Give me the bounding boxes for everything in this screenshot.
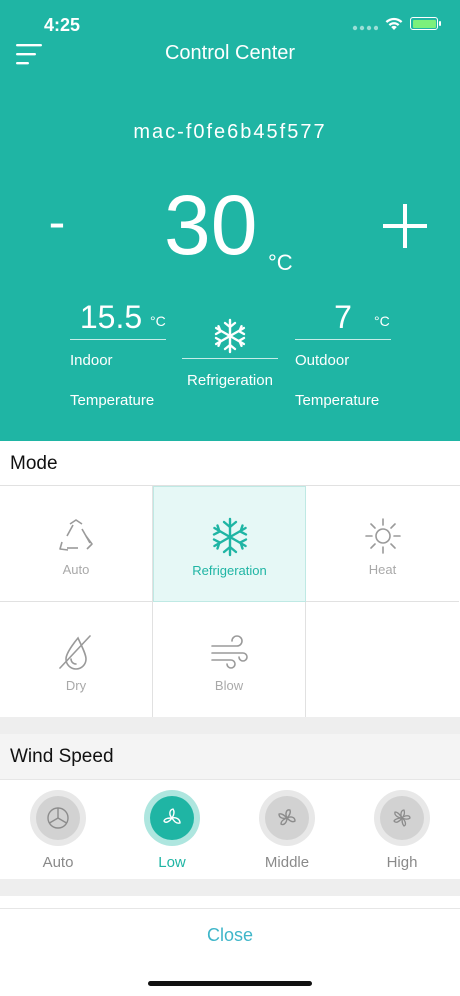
mode-label: Refrigeration xyxy=(192,563,267,578)
status-time: 4:25 xyxy=(44,15,81,35)
section-divider-2 xyxy=(0,879,460,896)
mode-blow[interactable]: Blow xyxy=(153,602,306,718)
wind-section-title: Wind Speed xyxy=(10,746,114,767)
home-indicator xyxy=(148,981,312,986)
fan-icon xyxy=(47,807,69,829)
outdoor-underline xyxy=(295,339,391,340)
mode-label: Auto xyxy=(62,562,90,577)
outdoor-temp-unit: °C xyxy=(374,313,390,329)
wifi-icon xyxy=(385,17,403,30)
mode-empty-cell xyxy=(306,602,459,718)
status-indicators xyxy=(384,16,441,31)
mode-label: Heat xyxy=(368,562,397,577)
dry-icon xyxy=(59,635,91,670)
snowflake-icon xyxy=(212,517,247,557)
battery-icon xyxy=(410,17,441,30)
mode-refrigeration[interactable]: Refrigeration xyxy=(153,486,306,602)
current-mode-label: Refrigeration xyxy=(187,372,273,389)
indoor-temp-unit: °C xyxy=(150,313,166,329)
indoor-underline xyxy=(70,339,166,340)
increase-temp-button[interactable] xyxy=(380,196,430,256)
outdoor-label-2: Temperature xyxy=(295,392,380,409)
control-header: 4:25 Control Center mac-f0fe6b45f577 - 3… xyxy=(0,0,460,441)
wind-label: High xyxy=(386,854,418,871)
wind-label: Auto xyxy=(42,854,74,871)
mode-label: Blow xyxy=(214,678,244,693)
indoor-label: Indoor xyxy=(70,352,113,369)
wind-label: Low xyxy=(158,854,186,871)
section-divider xyxy=(0,717,460,734)
snowflake-icon xyxy=(214,318,246,354)
signal-dots-icon xyxy=(352,25,378,31)
wind-speed-row: Auto Low Middle High xyxy=(0,779,460,879)
set-temperature-unit: °C xyxy=(268,250,293,275)
decrease-temp-button[interactable]: - xyxy=(40,192,74,252)
outdoor-label: Outdoor xyxy=(295,352,350,369)
recycle-icon xyxy=(59,519,93,551)
indoor-label-2: Temperature xyxy=(70,392,155,409)
mode-grid: Auto Refrigeration Heat Dry Blow xyxy=(0,485,460,718)
mode-section-title: Mode xyxy=(10,453,58,474)
wind-label: Middle xyxy=(264,854,310,871)
page-title: Control Center xyxy=(164,42,296,64)
fan-icon xyxy=(393,809,411,827)
mode-dry[interactable]: Dry xyxy=(0,602,153,718)
mode-underline xyxy=(182,358,278,359)
mode-label: Dry xyxy=(65,678,87,693)
wind-middle[interactable]: Middle xyxy=(257,790,317,871)
fan-icon xyxy=(278,809,296,826)
fan-icon xyxy=(163,808,181,824)
wind-auto[interactable]: Auto xyxy=(28,790,88,871)
wind-low[interactable]: Low xyxy=(142,790,202,871)
close-button[interactable]: Close xyxy=(0,908,460,960)
set-temperature: 30 xyxy=(164,178,258,272)
mode-heat[interactable]: Heat xyxy=(306,486,459,602)
indoor-temp-value: 15.5 xyxy=(79,299,143,335)
sun-icon xyxy=(364,518,401,554)
device-id: mac-f0fe6b45f577 xyxy=(133,121,327,143)
wind-icon xyxy=(211,635,248,669)
mode-auto[interactable]: Auto xyxy=(0,486,153,602)
wind-high[interactable]: High xyxy=(372,790,432,871)
